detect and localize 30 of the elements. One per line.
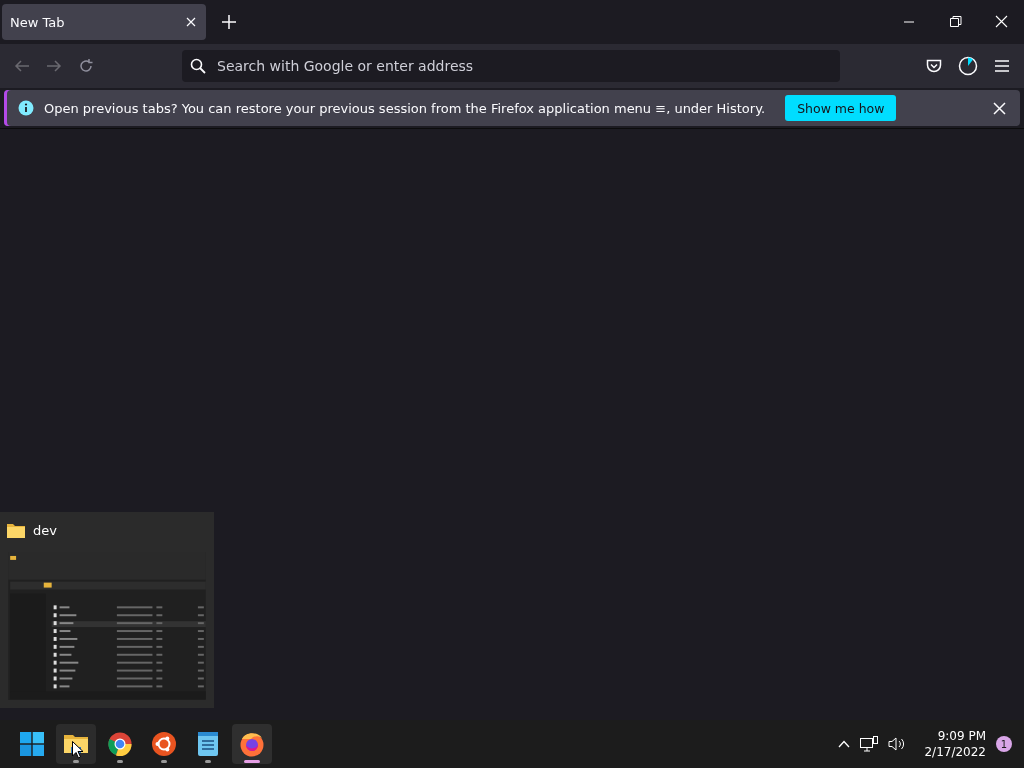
windows-logo-icon bbox=[20, 732, 44, 756]
reload-icon[interactable] bbox=[78, 58, 94, 74]
notepad-icon bbox=[198, 732, 218, 756]
ubuntu-icon bbox=[152, 732, 176, 756]
mouse-cursor-icon bbox=[72, 741, 84, 759]
volume-icon[interactable] bbox=[888, 736, 907, 752]
pocket-icon[interactable] bbox=[926, 58, 942, 74]
account-icon[interactable] bbox=[958, 56, 978, 76]
close-icon[interactable] bbox=[186, 17, 196, 27]
folder-icon bbox=[7, 523, 25, 539]
address-bar[interactable]: Search with Google or enter address bbox=[182, 50, 840, 82]
firefox-icon bbox=[239, 731, 265, 757]
chevron-up-icon[interactable] bbox=[838, 740, 851, 748]
network-icon[interactable] bbox=[860, 736, 879, 752]
notification-message: Open previous tabs? You can restore your previous session from the Firefox application menu ≡, under History. bbox=[44, 100, 766, 116]
clock-date[interactable]: 2/17/2022 bbox=[924, 744, 986, 760]
clock-time[interactable]: 9:09 PM bbox=[924, 728, 986, 744]
tab-title: New Tab bbox=[10, 14, 65, 30]
taskbar-app-button[interactable] bbox=[56, 724, 96, 764]
window-title: dev bbox=[33, 523, 57, 539]
browser-tab[interactable]: New Tab bbox=[2, 4, 206, 40]
chrome-icon bbox=[108, 732, 132, 756]
close-icon[interactable] bbox=[993, 101, 1006, 115]
search-icon bbox=[190, 58, 206, 74]
taskbar-app-button[interactable] bbox=[232, 724, 272, 764]
new-tab-icon[interactable] bbox=[222, 15, 236, 29]
show-me-how-button[interactable]: Show me how bbox=[785, 95, 897, 121]
info-icon bbox=[18, 100, 34, 116]
menu-icon[interactable] bbox=[994, 59, 1010, 73]
notification-count[interactable]: 1 bbox=[996, 736, 1012, 752]
